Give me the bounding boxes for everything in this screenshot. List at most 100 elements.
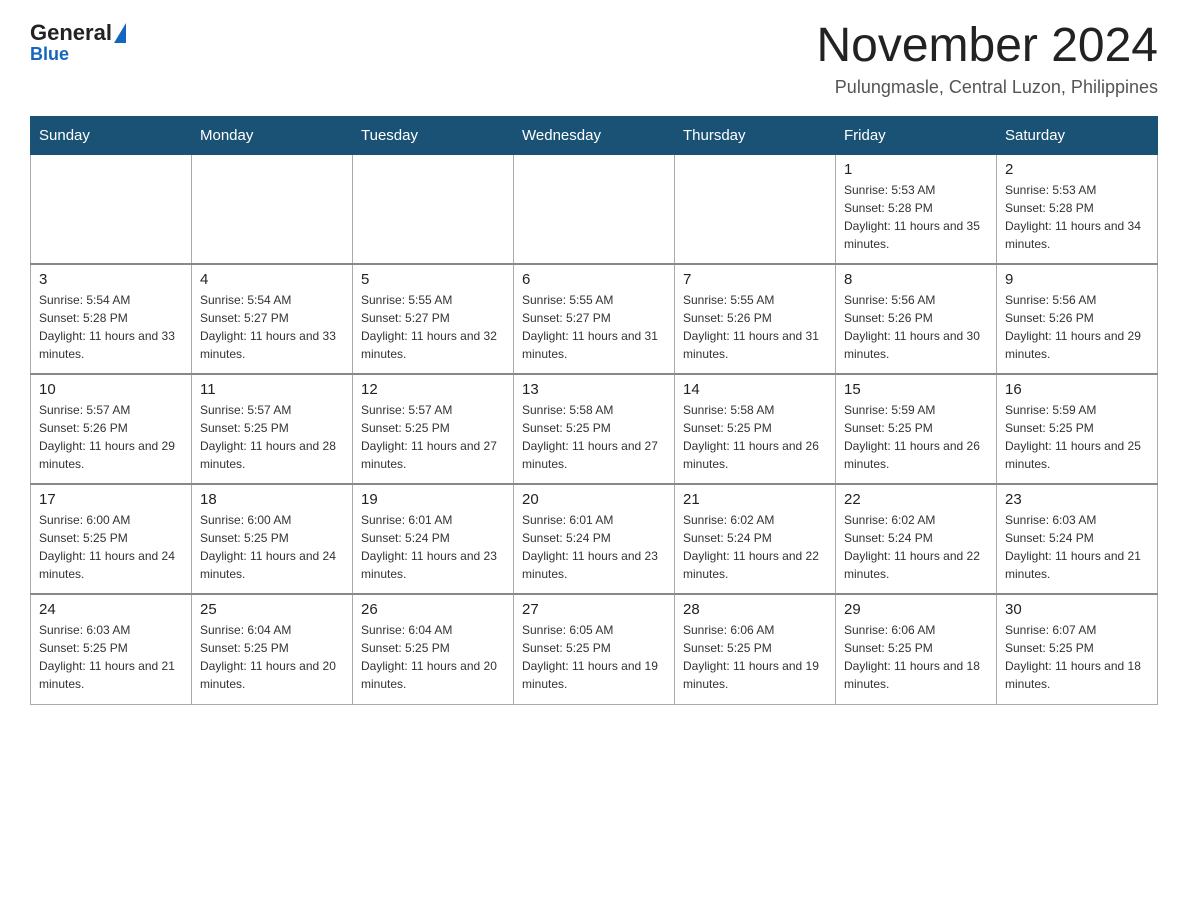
day-info: Sunrise: 6:07 AM Sunset: 5:25 PM Dayligh… (1005, 621, 1149, 693)
calendar-week-row: 17 Sunrise: 6:00 AM Sunset: 5:25 PM Dayli… (31, 484, 1158, 594)
calendar-cell: 29Sunrise: 6:06 AM Sunset: 5:25 PM Dayli… (836, 594, 997, 704)
calendar-cell: 1 Sunrise: 5:53 AM Sunset: 5:28 PM Daylig… (836, 154, 997, 264)
calendar-cell (31, 154, 192, 264)
day-number: 11 (200, 381, 344, 398)
day-info: Sunrise: 5:58 AM Sunset: 5:25 PM Dayligh… (683, 401, 827, 473)
weekday-header-saturday: Saturday (997, 116, 1158, 154)
logo-blue: Blue (30, 44, 69, 65)
page-header: General Blue November 2024 Pulungmasle, … (30, 20, 1158, 98)
weekday-header-tuesday: Tuesday (353, 116, 514, 154)
day-info: Sunrise: 5:59 AM Sunset: 5:25 PM Dayligh… (1005, 401, 1149, 473)
calendar-cell: 11Sunrise: 5:57 AM Sunset: 5:25 PM Dayli… (192, 374, 353, 484)
calendar-cell (353, 154, 514, 264)
day-number: 12 (361, 381, 505, 398)
day-info: Sunrise: 5:57 AM Sunset: 5:25 PM Dayligh… (361, 401, 505, 473)
day-number: 3 (39, 271, 183, 288)
day-number: 25 (200, 601, 344, 618)
logo: General Blue (30, 20, 128, 65)
day-info: Sunrise: 6:01 AM Sunset: 5:24 PM Dayligh… (522, 511, 666, 583)
calendar-cell: 13 Sunrise: 5:58 AM Sunset: 5:25 PM Dayli… (514, 374, 675, 484)
day-number: 16 (1005, 381, 1149, 398)
weekday-header-friday: Friday (836, 116, 997, 154)
calendar-cell: 17 Sunrise: 6:00 AM Sunset: 5:25 PM Dayli… (31, 484, 192, 594)
day-number: 22 (844, 491, 988, 508)
calendar-cell: 4 Sunrise: 5:54 AM Sunset: 5:27 PM Daylig… (192, 264, 353, 374)
day-number: 10 (39, 381, 183, 398)
calendar-cell: 8 Sunrise: 5:56 AM Sunset: 5:26 PM Daylig… (836, 264, 997, 374)
calendar-cell: 23 Sunrise: 6:03 AM Sunset: 5:24 PM Dayli… (997, 484, 1158, 594)
day-number: 9 (1005, 271, 1149, 288)
calendar-cell (675, 154, 836, 264)
calendar-cell: 15Sunrise: 5:59 AM Sunset: 5:25 PM Dayli… (836, 374, 997, 484)
calendar-cell: 26Sunrise: 6:04 AM Sunset: 5:25 PM Dayli… (353, 594, 514, 704)
day-info: Sunrise: 6:00 AM Sunset: 5:25 PM Dayligh… (39, 511, 183, 583)
calendar-cell: 19Sunrise: 6:01 AM Sunset: 5:24 PM Dayli… (353, 484, 514, 594)
day-info: Sunrise: 6:00 AM Sunset: 5:25 PM Dayligh… (200, 511, 344, 583)
day-number: 1 (844, 161, 988, 178)
calendar-cell: 12 Sunrise: 5:57 AM Sunset: 5:25 PM Dayli… (353, 374, 514, 484)
logo-general: General (30, 20, 112, 46)
calendar-cell: 16 Sunrise: 5:59 AM Sunset: 5:25 PM Dayli… (997, 374, 1158, 484)
calendar-cell: 30 Sunrise: 6:07 AM Sunset: 5:25 PM Dayli… (997, 594, 1158, 704)
calendar-cell: 22 Sunrise: 6:02 AM Sunset: 5:24 PM Dayli… (836, 484, 997, 594)
day-info: Sunrise: 5:56 AM Sunset: 5:26 PM Dayligh… (1005, 291, 1149, 363)
calendar-cell: 24Sunrise: 6:03 AM Sunset: 5:25 PM Dayli… (31, 594, 192, 704)
calendar-week-row: 3Sunrise: 5:54 AM Sunset: 5:28 PM Daylig… (31, 264, 1158, 374)
day-info: Sunrise: 6:02 AM Sunset: 5:24 PM Dayligh… (683, 511, 827, 583)
weekday-header-wednesday: Wednesday (514, 116, 675, 154)
day-number: 26 (361, 601, 505, 618)
day-number: 18 (200, 491, 344, 508)
day-number: 7 (683, 271, 827, 288)
calendar-week-row: 10Sunrise: 5:57 AM Sunset: 5:26 PM Dayli… (31, 374, 1158, 484)
day-number: 19 (361, 491, 505, 508)
logo-triangle-icon (114, 23, 126, 43)
day-info: Sunrise: 5:55 AM Sunset: 5:27 PM Dayligh… (361, 291, 505, 363)
location-subtitle: Pulungmasle, Central Luzon, Philippines (816, 77, 1158, 98)
day-number: 20 (522, 491, 666, 508)
day-info: Sunrise: 5:58 AM Sunset: 5:25 PM Dayligh… (522, 401, 666, 473)
day-info: Sunrise: 5:55 AM Sunset: 5:27 PM Dayligh… (522, 291, 666, 363)
day-number: 17 (39, 491, 183, 508)
calendar-cell: 28 Sunrise: 6:06 AM Sunset: 5:25 PM Dayli… (675, 594, 836, 704)
calendar-cell: 5 Sunrise: 5:55 AM Sunset: 5:27 PM Daylig… (353, 264, 514, 374)
day-info: Sunrise: 6:03 AM Sunset: 5:25 PM Dayligh… (39, 621, 183, 693)
day-info: Sunrise: 6:03 AM Sunset: 5:24 PM Dayligh… (1005, 511, 1149, 583)
day-number: 21 (683, 491, 827, 508)
calendar-cell: 14 Sunrise: 5:58 AM Sunset: 5:25 PM Dayli… (675, 374, 836, 484)
weekday-header-monday: Monday (192, 116, 353, 154)
calendar-cell: 7Sunrise: 5:55 AM Sunset: 5:26 PM Daylig… (675, 264, 836, 374)
calendar-cell (514, 154, 675, 264)
calendar-cell: 9 Sunrise: 5:56 AM Sunset: 5:26 PM Daylig… (997, 264, 1158, 374)
day-info: Sunrise: 5:54 AM Sunset: 5:27 PM Dayligh… (200, 291, 344, 363)
calendar-cell: 25Sunrise: 6:04 AM Sunset: 5:25 PM Dayli… (192, 594, 353, 704)
month-year-title: November 2024 (816, 20, 1158, 73)
day-number: 8 (844, 271, 988, 288)
weekday-header-sunday: Sunday (31, 116, 192, 154)
calendar-cell: 3Sunrise: 5:54 AM Sunset: 5:28 PM Daylig… (31, 264, 192, 374)
day-info: Sunrise: 5:56 AM Sunset: 5:26 PM Dayligh… (844, 291, 988, 363)
weekday-header-thursday: Thursday (675, 116, 836, 154)
day-info: Sunrise: 5:53 AM Sunset: 5:28 PM Dayligh… (844, 181, 988, 253)
calendar-table: SundayMondayTuesdayWednesdayThursdayFrid… (30, 116, 1158, 705)
day-number: 5 (361, 271, 505, 288)
calendar-cell: 10Sunrise: 5:57 AM Sunset: 5:26 PM Dayli… (31, 374, 192, 484)
day-number: 14 (683, 381, 827, 398)
day-info: Sunrise: 5:59 AM Sunset: 5:25 PM Dayligh… (844, 401, 988, 473)
day-number: 28 (683, 601, 827, 618)
day-number: 4 (200, 271, 344, 288)
day-info: Sunrise: 5:53 AM Sunset: 5:28 PM Dayligh… (1005, 181, 1149, 253)
day-number: 23 (1005, 491, 1149, 508)
day-info: Sunrise: 6:05 AM Sunset: 5:25 PM Dayligh… (522, 621, 666, 693)
calendar-cell: 2 Sunrise: 5:53 AM Sunset: 5:28 PM Daylig… (997, 154, 1158, 264)
day-number: 6 (522, 271, 666, 288)
day-number: 30 (1005, 601, 1149, 618)
calendar-cell: 27Sunrise: 6:05 AM Sunset: 5:25 PM Dayli… (514, 594, 675, 704)
day-info: Sunrise: 6:02 AM Sunset: 5:24 PM Dayligh… (844, 511, 988, 583)
day-number: 2 (1005, 161, 1149, 178)
title-block: November 2024 Pulungmasle, Central Luzon… (816, 20, 1158, 98)
calendar-cell: 18 Sunrise: 6:00 AM Sunset: 5:25 PM Dayli… (192, 484, 353, 594)
day-number: 13 (522, 381, 666, 398)
calendar-cell: 6 Sunrise: 5:55 AM Sunset: 5:27 PM Daylig… (514, 264, 675, 374)
calendar-week-row: 1 Sunrise: 5:53 AM Sunset: 5:28 PM Daylig… (31, 154, 1158, 264)
day-info: Sunrise: 6:06 AM Sunset: 5:25 PM Dayligh… (683, 621, 827, 693)
